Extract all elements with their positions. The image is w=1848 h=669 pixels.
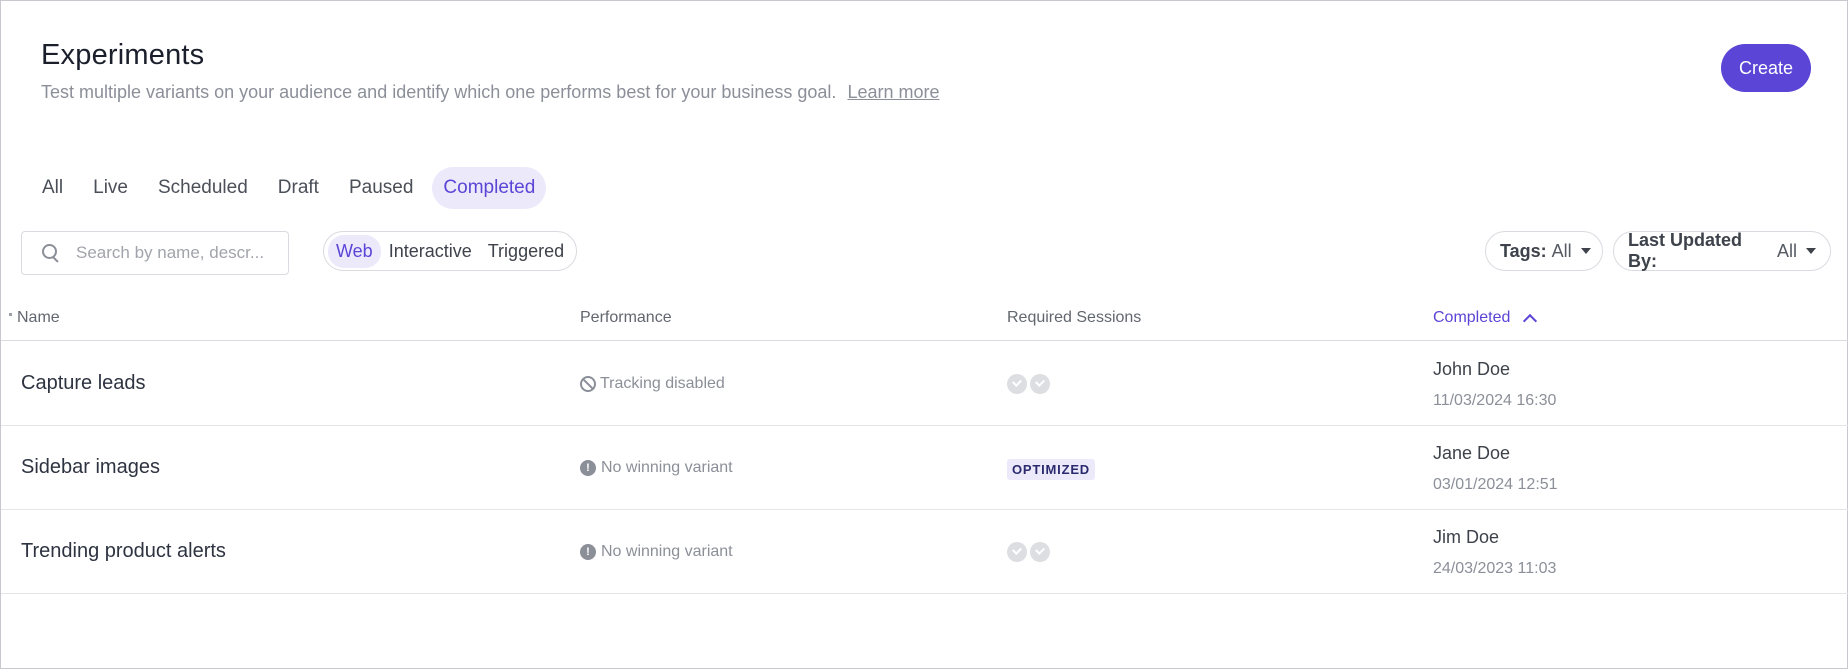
tags-filter-label: Tags: [1500, 240, 1547, 261]
performance-text: Tracking disabled [600, 375, 725, 392]
performance-text: No winning variant [601, 459, 733, 476]
create-button[interactable]: Create [1721, 44, 1811, 92]
caret-down-icon [1580, 248, 1591, 254]
table-row[interactable]: Trending product alerts ! No winning var… [1, 510, 1848, 594]
page-header: Experiments Test multiple variants on yo… [41, 39, 940, 103]
table-row[interactable]: Capture leads Tracking disabled John Doe… [1, 342, 1848, 426]
experiment-name[interactable]: Trending product alerts [21, 540, 226, 563]
type-web[interactable]: Web [328, 234, 381, 268]
page-frame: Experiments Test multiple variants on yo… [0, 0, 1848, 669]
table-row[interactable]: Sidebar images ! No winning variant OPTI… [1, 426, 1848, 510]
tab-live[interactable]: Live [82, 167, 139, 209]
search-box [21, 231, 289, 275]
experiment-name[interactable]: Capture leads [21, 372, 146, 395]
learn-more-link[interactable]: Learn more [847, 82, 939, 102]
tab-scheduled[interactable]: Scheduled [147, 167, 259, 209]
column-resize-handle [9, 313, 12, 316]
tab-all[interactable]: All [31, 167, 74, 209]
type-filter: Web Interactive Triggered [323, 231, 578, 271]
completed-by: Jim Doe [1433, 527, 1500, 547]
optimized-badge: OPTIMIZED [1007, 459, 1095, 480]
experiment-name[interactable]: Sidebar images [21, 456, 160, 479]
sort-ascending-icon [1523, 313, 1538, 328]
completed-date: 24/03/2023 11:03 [1433, 560, 1557, 577]
warning-icon: ! [580, 544, 596, 560]
check-circle-icon [1007, 374, 1027, 394]
tab-paused[interactable]: Paused [338, 167, 424, 209]
performance-cell: ! No winning variant [580, 459, 733, 477]
type-interactive[interactable]: Interactive [381, 235, 480, 268]
tab-completed[interactable]: Completed [432, 167, 547, 209]
table-header: Name Performance Required Sessions Compl… [1, 301, 1848, 341]
performance-cell: ! No winning variant [580, 543, 733, 561]
updated-by-filter-value: All [1776, 240, 1797, 261]
page-subtitle: Test multiple variants on your audience … [41, 82, 940, 103]
column-completed-label: Completed [1433, 309, 1511, 326]
column-performance[interactable]: Performance [580, 309, 672, 327]
completed-by: Jane Doe [1433, 443, 1511, 463]
performance-cell: Tracking disabled [580, 375, 725, 393]
subtitle-text: Test multiple variants on your audience … [41, 82, 837, 102]
completed-by: John Doe [1433, 359, 1511, 379]
search-input[interactable] [76, 243, 281, 263]
required-sessions-indicator [1007, 542, 1050, 562]
updated-by-filter-label: Last Updated By: [1628, 230, 1743, 271]
caret-down-icon [1806, 248, 1816, 254]
ban-icon [580, 376, 596, 392]
completed-date: 03/01/2024 12:51 [1433, 476, 1558, 493]
check-circle-icon [1030, 542, 1050, 562]
status-tabs: All Live Scheduled Draft Paused Complete… [31, 167, 547, 209]
column-completed[interactable]: Completed [1433, 309, 1538, 328]
page-title: Experiments [41, 39, 205, 71]
column-name[interactable]: Name [17, 309, 60, 327]
check-circle-icon [1007, 542, 1027, 562]
updated-by-filter-dropdown[interactable]: Last Updated By: All [1613, 230, 1831, 271]
required-sessions-indicator [1007, 374, 1050, 394]
column-required-sessions[interactable]: Required Sessions [1007, 309, 1141, 327]
tab-draft[interactable]: Draft [267, 167, 330, 209]
type-triggered[interactable]: Triggered [480, 235, 572, 268]
performance-text: No winning variant [601, 543, 733, 560]
check-circle-icon [1030, 374, 1050, 394]
completed-date: 11/03/2024 16:30 [1433, 392, 1557, 409]
tags-filter-dropdown[interactable]: Tags: All [1485, 231, 1603, 271]
tags-filter-value: All [1551, 240, 1572, 261]
search-icon [42, 244, 60, 262]
warning-icon: ! [580, 460, 596, 476]
